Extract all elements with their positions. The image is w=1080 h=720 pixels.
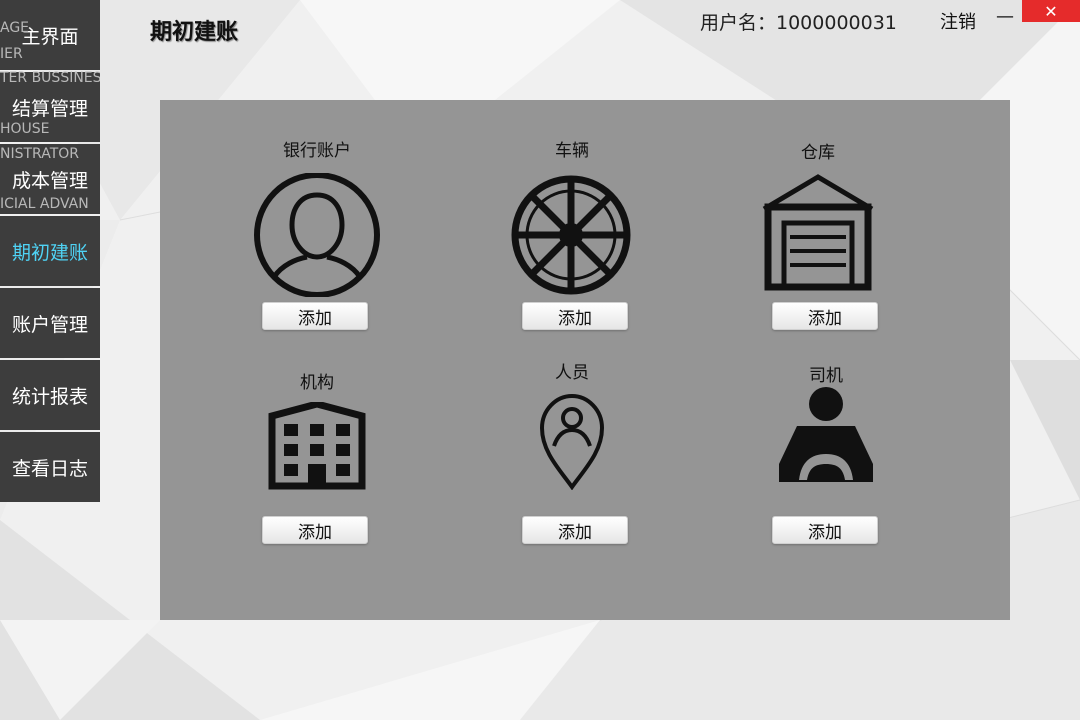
card-label-bank-account: 银行账户	[283, 141, 351, 161]
card-label-personnel: 人员	[555, 363, 589, 383]
nav-label: 结算管理	[11, 97, 88, 120]
close-button[interactable]: ✕	[1022, 0, 1080, 22]
driver-icon	[779, 387, 873, 482]
add-personnel-button[interactable]: 添加	[522, 516, 628, 544]
user-label: 用户名：1000000031	[700, 12, 897, 34]
add-warehouse-button[interactable]: 添加	[772, 302, 878, 330]
add-bank-account-button[interactable]: 添加	[262, 302, 368, 330]
logout-button[interactable]: 注销	[940, 8, 976, 34]
main-panel: 银行账户 添加 车辆 添加 仓库 添加 机构 添加 人员 添加 司机 添加	[160, 100, 1010, 620]
add-organization-button[interactable]: 添加	[262, 516, 368, 544]
building-icon	[268, 402, 366, 490]
nav-label: 期初建账	[11, 241, 88, 264]
add-driver-button[interactable]: 添加	[772, 516, 878, 544]
nav-label: 统计报表	[11, 385, 88, 408]
card-label-driver: 司机	[809, 366, 843, 386]
nav-item-initial-accounts[interactable]: 期初建账	[0, 216, 100, 286]
nav-item-reports[interactable]: 统计报表	[0, 360, 100, 430]
minimize-button[interactable]: —	[996, 6, 1014, 27]
nav-item-home[interactable]: 主界面	[0, 0, 100, 70]
card-label-warehouse: 仓库	[801, 143, 835, 163]
close-icon: ✕	[1044, 1, 1058, 21]
card-label-organization: 机构	[300, 373, 334, 393]
person-pin-icon	[539, 393, 605, 490]
warehouse-icon	[762, 174, 874, 291]
add-vehicle-button[interactable]: 添加	[522, 302, 628, 330]
wheel-icon	[511, 175, 631, 295]
page-title: 期初建账	[150, 20, 239, 45]
nav-label: 主界面	[21, 25, 79, 48]
nav-item-logs[interactable]: 查看日志	[0, 432, 100, 502]
nav-item-account-management[interactable]: 账户管理	[0, 288, 100, 358]
nav-item-settlement[interactable]: 结算管理	[0, 72, 100, 142]
user-circle-icon	[254, 173, 380, 297]
nav-item-cost[interactable]: 成本管理	[0, 144, 100, 214]
nav-label: 账户管理	[11, 313, 88, 336]
nav-label: 查看日志	[11, 457, 88, 480]
card-label-vehicle: 车辆	[555, 141, 589, 161]
nav-label: 成本管理	[11, 169, 88, 192]
